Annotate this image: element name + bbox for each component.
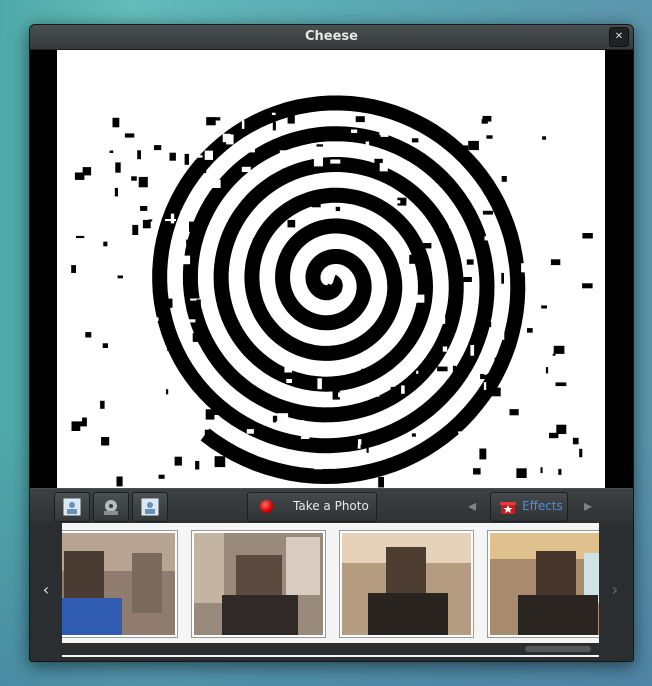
thumbnail-area xyxy=(62,523,599,657)
next-effect-button[interactable]: ▸ xyxy=(576,495,600,517)
video-mode-button[interactable] xyxy=(93,492,129,522)
thumbnail[interactable] xyxy=(340,531,473,637)
record-icon xyxy=(260,500,273,513)
film-reel-icon xyxy=(104,500,118,515)
thumbnail[interactable] xyxy=(62,531,177,637)
take-photo-label: Take a Photo xyxy=(293,499,369,513)
thumbnails-next-button[interactable]: › xyxy=(599,523,631,657)
thumbnails-prev-button[interactable]: ‹ xyxy=(30,523,62,657)
window-title: Cheese xyxy=(305,29,358,44)
thumbnail[interactable] xyxy=(192,531,325,637)
thumbnail-strip: ‹ › xyxy=(30,523,633,661)
spiral-effect-preview xyxy=(30,50,633,488)
thumbnail-image xyxy=(194,533,323,635)
thumbnail-image xyxy=(342,533,471,635)
thumbnail-image xyxy=(490,533,599,635)
camera-preview xyxy=(30,50,633,488)
gift-icon xyxy=(500,502,516,514)
effects-label: Effects xyxy=(522,499,563,513)
thumbnail-image xyxy=(62,533,175,635)
cheese-window: Cheese ✕ Take a Photo ◂ Effects ▸ ‹ › xyxy=(29,24,634,662)
photo-mode-button[interactable] xyxy=(54,492,90,522)
thumbnail[interactable] xyxy=(488,531,599,637)
prev-effect-button[interactable]: ◂ xyxy=(460,495,484,517)
burst-mode-button[interactable] xyxy=(132,492,168,522)
close-button[interactable]: ✕ xyxy=(609,27,629,47)
thumbnail-scrollbar[interactable] xyxy=(62,643,599,655)
photo-burst-icon xyxy=(141,498,159,516)
titlebar[interactable]: Cheese ✕ xyxy=(30,25,633,50)
toolbar: Take a Photo ◂ Effects ▸ xyxy=(30,488,633,523)
effects-button[interactable]: Effects xyxy=(490,492,568,522)
photo-icon xyxy=(63,498,81,516)
scrollbar-thumb[interactable] xyxy=(525,646,591,652)
take-photo-button[interactable]: Take a Photo xyxy=(247,492,377,522)
